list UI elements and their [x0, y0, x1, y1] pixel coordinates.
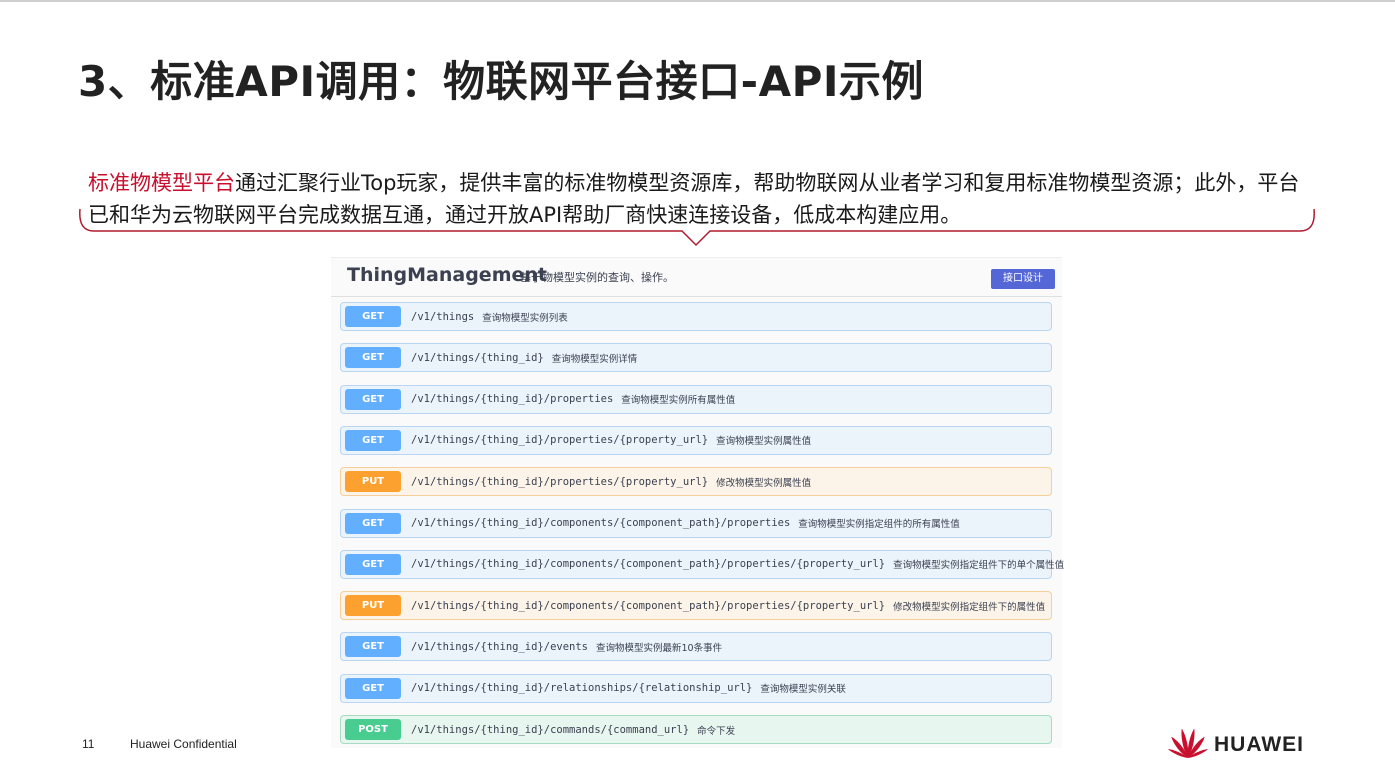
- operation-row-get[interactable]: GET/v1/things/{thing_id}/events 查询物模型实例最新…: [340, 632, 1052, 662]
- endpoint-path: /v1/things/{thing_id}/components/{compon…: [411, 558, 886, 571]
- intro-highlight: 标准物模型平台: [88, 171, 235, 195]
- method-badge: GET: [345, 306, 401, 327]
- huawei-petal-logo-icon: [1167, 728, 1209, 758]
- endpoint-description: 查询物模型实例指定组件下的单个属性值: [893, 560, 1065, 572]
- speech-bracket: [79, 208, 1315, 247]
- api-panel: ThingManagement 基于物模型实例的查询、操作。 接口设计 GET /…: [331, 257, 1064, 748]
- endpoint-path: /v1/things/{thing_id}/properties: [411, 393, 614, 406]
- method-badge: PUT: [345, 471, 401, 493]
- operation-row-get[interactable]: GET/v1/things 查询物模型实例列表: [340, 302, 1052, 331]
- method-badge: GET: [345, 553, 401, 575]
- slide-title: 3、标准API调用：物联网平台接口-API示例: [78, 57, 924, 106]
- operation-row-get[interactable]: GET/v1/things/{thing_id} 查询物模型实例详情: [340, 343, 1052, 373]
- endpoint-description: 查询物模型实例最新10条事件: [596, 642, 723, 654]
- endpoint-description: 查询物模型实例列表: [482, 312, 568, 324]
- endpoint-path: /v1/things/{thing_id}/properties/{proper…: [411, 434, 709, 447]
- endpoint-description: 查询物模型实例属性值: [716, 436, 812, 448]
- method-badge: GET: [345, 429, 401, 451]
- interface-design-button[interactable]: 接口设计: [991, 269, 1055, 289]
- page-number: 11: [82, 737, 95, 751]
- operation-row-get[interactable]: GET/v1/things/{thing_id}/components/{com…: [340, 549, 1064, 579]
- endpoint-path: /v1/things/{thing_id}/events: [411, 640, 589, 653]
- endpoint-path: /v1/things/{thing_id}/relationships/{rel…: [411, 682, 753, 695]
- panel-title: ThingManagement: [347, 264, 547, 286]
- endpoint-description: 命令下发: [697, 725, 736, 737]
- endpoint-path: /v1/things/{thing_id}: [411, 351, 544, 364]
- method-badge: GET: [345, 388, 401, 410]
- operation-row-get[interactable]: GET/v1/things/{thing_id}/properties 查询物模型…: [340, 384, 1052, 414]
- panel-description: 基于物模型实例的查询、操作。: [520, 271, 674, 284]
- top-border: [0, 0, 1395, 2]
- endpoint-path: /v1/things/{thing_id}/components/{compon…: [411, 517, 791, 529]
- operation-row-get[interactable]: GET/v1/things/{thing_id}/properties/{pro…: [340, 425, 1052, 455]
- endpoint-path: /v1/things: [411, 310, 475, 323]
- operation-row-put[interactable]: PUT/v1/things/{thing_id}/properties/{pro…: [340, 467, 1052, 497]
- panel-divider: [331, 296, 1062, 297]
- operation-row-get[interactable]: GET/v1/things/{thing_id}/relationships/{…: [340, 673, 1052, 703]
- endpoint-description: 查询物模型实例指定组件的所有属性值: [798, 519, 960, 530]
- huawei-brand: HUAWEI: [1214, 733, 1304, 756]
- operation-row-get[interactable]: GET/v1/things/{thing_id}/components/{com…: [340, 508, 1052, 538]
- endpoint-path: /v1/things/{thing_id}/components/{compon…: [411, 599, 886, 612]
- endpoint-description: 查询物模型实例所有属性值: [621, 395, 736, 407]
- endpoint-description: 查询物模型实例详情: [551, 353, 638, 365]
- operation-row-put[interactable]: PUT/v1/things/{thing_id}/components/{com…: [340, 591, 1052, 621]
- confidential-label: Huawei Confidential: [130, 737, 237, 751]
- endpoint-description: 修改物模型实例指定组件下的属性值: [893, 601, 1046, 613]
- endpoint-path: /v1/things/{thing_id}/properties/{proper…: [411, 475, 709, 488]
- endpoint-path: /v1/things/{thing_id}/commands/{command_…: [411, 723, 690, 736]
- operation-row-post[interactable]: POST/v1/things/{thing_id}/commands/{comm…: [340, 715, 1052, 744]
- method-badge: GET: [345, 636, 401, 658]
- endpoint-description: 查询物模型实例关联: [760, 684, 846, 696]
- endpoint-description: 修改物模型实例属性值: [716, 477, 812, 489]
- method-badge: PUT: [345, 595, 401, 617]
- method-badge: GET: [345, 677, 401, 699]
- method-badge: POST: [345, 719, 401, 740]
- method-badge: GET: [345, 512, 401, 534]
- method-badge: GET: [345, 347, 401, 369]
